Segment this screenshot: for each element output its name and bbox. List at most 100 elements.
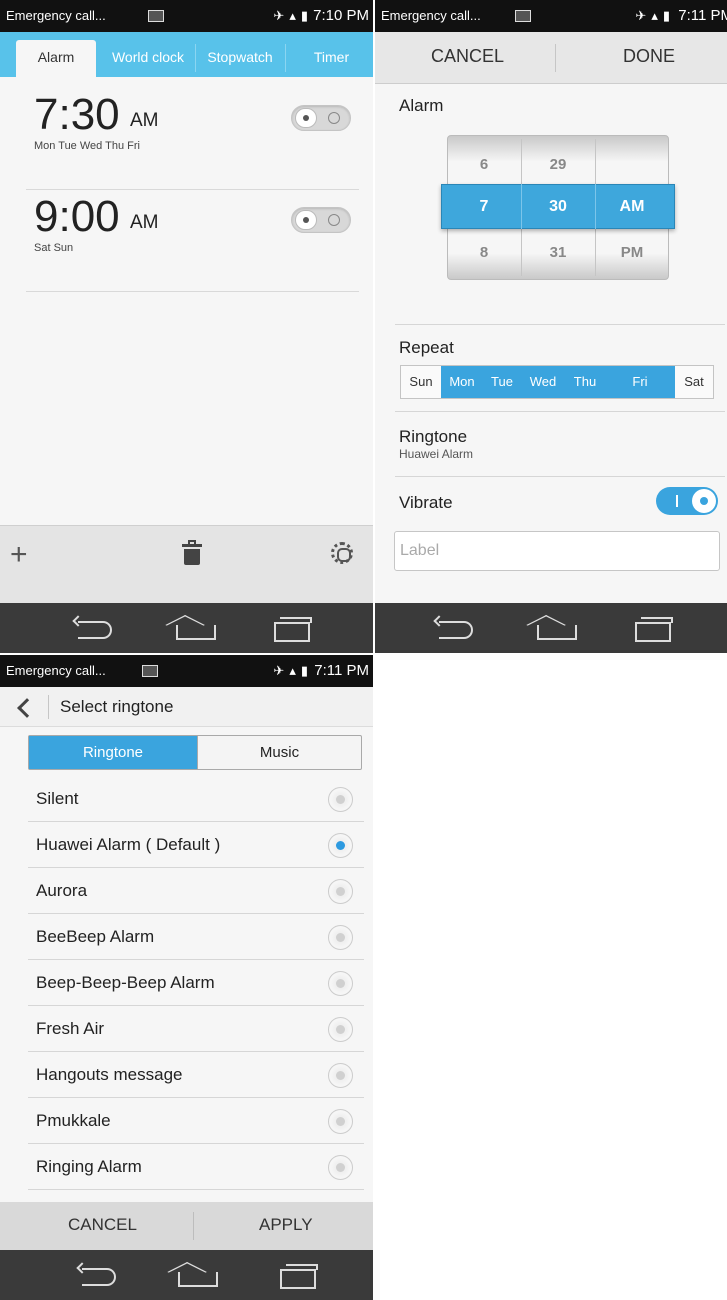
ringtone-name: Beep-Beep-Beep Alarm — [36, 973, 215, 992]
alarm-time: 9:00 — [34, 192, 120, 241]
radio-button[interactable] — [328, 1155, 353, 1180]
repeat-days: Sun Mon Tue Wed Thu Fri Sat — [400, 365, 714, 399]
nav-bar — [0, 1250, 373, 1300]
repeat-title: Repeat — [399, 338, 454, 357]
edit-action-bar: CANCEL DONE — [375, 32, 727, 84]
label-input[interactable] — [394, 531, 720, 571]
ringtone-name: Pmukkale — [36, 1111, 111, 1130]
picker-hour[interactable]: 8 — [447, 244, 521, 261]
day-thu[interactable]: Thu — [565, 366, 605, 398]
chevron-left-icon[interactable] — [12, 697, 36, 717]
picker-minute[interactable]: 31 — [521, 244, 595, 261]
day-sun[interactable]: Sun — [401, 366, 441, 398]
alarm-item[interactable]: 9:00 AM Sat Sun — [26, 192, 359, 292]
trash-icon[interactable] — [182, 540, 202, 566]
list-item[interactable]: BeeBeep Alarm — [28, 914, 364, 960]
add-icon[interactable]: + — [10, 538, 28, 572]
status-time: 7:11 PM — [678, 7, 727, 24]
status-bar: Emergency call... ✈︎▴▮ 7:11 PM — [0, 655, 373, 687]
alarm-toggle[interactable] — [291, 105, 351, 131]
tab-stopwatch[interactable]: Stopwatch — [196, 40, 284, 77]
alarm-bottom-bar: + — [0, 525, 373, 603]
day-sat[interactable]: Sat — [675, 366, 713, 398]
picker-period-selected[interactable]: AM — [595, 198, 669, 216]
carrier-text: Emergency call... — [6, 8, 106, 23]
radio-button[interactable] — [328, 1109, 353, 1134]
recent-apps-icon[interactable] — [270, 616, 316, 642]
picker-minute-selected[interactable]: 30 — [521, 198, 595, 216]
section-divider — [395, 476, 725, 477]
back-icon[interactable] — [431, 616, 477, 642]
status-time: 7:11 PM — [314, 662, 369, 679]
day-wed[interactable]: Wed — [521, 366, 565, 398]
radio-button[interactable] — [328, 971, 353, 996]
list-item[interactable]: Pmukkale — [28, 1098, 364, 1144]
picker-minute[interactable]: 29 — [521, 156, 595, 173]
ringtone-name: Huawei Alarm ( Default ) — [36, 835, 221, 854]
day-mon[interactable]: Mon — [441, 366, 483, 398]
home-icon[interactable] — [174, 1263, 220, 1289]
section-divider — [395, 324, 725, 325]
cancel-button[interactable]: CANCEL — [431, 46, 504, 67]
status-icons: ✈︎▴▮ — [273, 663, 313, 678]
picker-hour[interactable]: 6 — [447, 156, 521, 173]
segment-ringtone[interactable]: Ringtone — [29, 736, 197, 769]
recent-apps-icon[interactable] — [631, 616, 677, 642]
alarm-item[interactable]: 7:30 AM Mon Tue Wed Thu Fri — [26, 90, 359, 190]
alarm-days: Mon Tue Wed Thu Fri — [34, 140, 140, 152]
picker-period[interactable]: PM — [595, 244, 669, 261]
ringtone-source-segments: Ringtone Music — [28, 735, 362, 770]
section-divider — [395, 411, 725, 412]
day-fri[interactable]: Fri — [605, 366, 675, 398]
list-item[interactable]: Ringing Alarm — [28, 1144, 364, 1190]
radio-button[interactable] — [328, 879, 353, 904]
status-icons: ✈︎▴▮ — [635, 8, 675, 23]
back-icon[interactable] — [74, 1263, 120, 1289]
list-item[interactable]: Silent — [28, 776, 364, 822]
gear-icon[interactable] — [331, 542, 353, 564]
day-tue[interactable]: Tue — [483, 366, 521, 398]
gallery-notification-icon — [515, 10, 531, 22]
apply-button[interactable]: APPLY — [259, 1215, 313, 1235]
time-picker[interactable]: 6 7 8 29 30 31 AM PM — [441, 135, 675, 280]
recent-apps-icon[interactable] — [276, 1263, 322, 1289]
alarm-ampm: AM — [130, 212, 159, 233]
home-icon[interactable] — [172, 616, 218, 642]
home-icon[interactable] — [533, 616, 579, 642]
nav-bar — [375, 603, 727, 653]
alarm-toggle[interactable] — [291, 207, 351, 233]
carrier-text: Emergency call... — [381, 8, 481, 23]
ringtone-name: Fresh Air — [36, 1019, 105, 1038]
radio-button[interactable] — [328, 1063, 353, 1088]
radio-button-selected[interactable] — [328, 833, 353, 858]
list-item[interactable]: Huawei Alarm ( Default ) — [28, 822, 364, 868]
list-item[interactable]: Beep-Beep-Beep Alarm — [28, 960, 364, 1006]
ringtone-name: Hangouts message — [36, 1065, 183, 1084]
segment-music[interactable]: Music — [197, 736, 361, 769]
done-button[interactable]: DONE — [623, 46, 675, 67]
list-item[interactable]: Aurora — [28, 868, 364, 914]
list-item[interactable]: Hangouts message — [28, 1052, 364, 1098]
select-ringtone-screen: Emergency call... ✈︎▴▮ 7:11 PM Select ri… — [0, 655, 373, 1300]
action-divider — [555, 44, 556, 72]
tab-divider — [285, 44, 286, 72]
radio-button[interactable] — [328, 787, 353, 812]
radio-button[interactable] — [328, 925, 353, 950]
picker-hour-selected[interactable]: 7 — [447, 198, 521, 216]
ringtone-value: Huawei Alarm — [399, 447, 474, 461]
status-icons: ✈︎▴▮ — [273, 8, 313, 23]
ringtone-title-bar: Select ringtone — [0, 687, 373, 727]
alarm-time: 7:30 — [34, 90, 120, 139]
tab-timer[interactable]: Timer — [290, 40, 373, 77]
status-bar: Emergency call... ✈︎▴▮ 7:11 PM — [375, 0, 727, 32]
cancel-button[interactable]: CANCEL — [68, 1215, 137, 1235]
tab-alarm[interactable]: Alarm — [16, 40, 96, 77]
page-title: Select ringtone — [60, 697, 174, 716]
clock-tabs: Alarm World clock Stopwatch Timer — [0, 32, 373, 77]
radio-button[interactable] — [328, 1017, 353, 1042]
tab-world-clock[interactable]: World clock — [102, 40, 194, 77]
vibrate-toggle[interactable] — [656, 487, 718, 515]
back-icon[interactable] — [70, 616, 116, 642]
nav-bar — [0, 603, 373, 653]
list-item[interactable]: Fresh Air — [28, 1006, 364, 1052]
